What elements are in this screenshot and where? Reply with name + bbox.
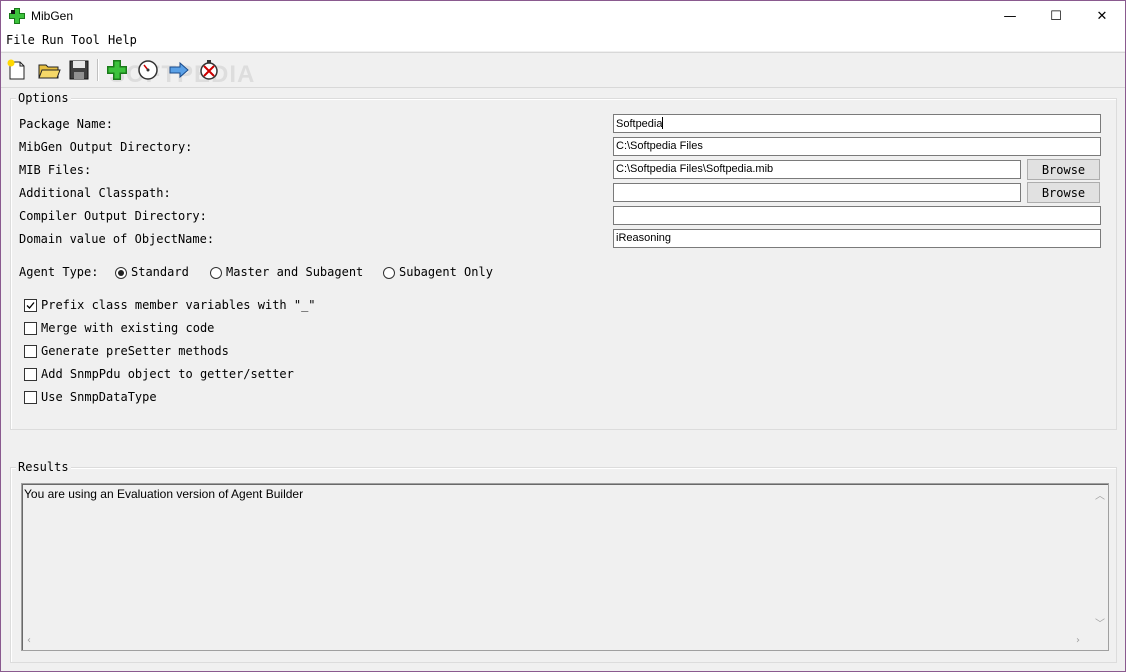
agent-type-label: Agent Type:: [19, 265, 99, 279]
maximize-button[interactable]: ☐: [1033, 1, 1079, 31]
results-horizontal-scrollbar[interactable]: ‹ ›: [22, 633, 1090, 650]
classpath-browse-button[interactable]: Browse: [1027, 182, 1100, 203]
checkbox-prefix-vars[interactable]: [24, 299, 37, 312]
open-folder-icon[interactable]: [37, 58, 61, 82]
menu-tool[interactable]: Tool: [71, 33, 100, 47]
classpath-label: Additional Classpath:: [19, 186, 171, 200]
scroll-left-icon[interactable]: ‹: [27, 635, 31, 646]
results-textarea[interactable]: You are using an Evaluation version of A…: [21, 483, 1109, 651]
add-module-icon[interactable]: [105, 58, 129, 82]
checkbox-snmpdatatype-label[interactable]: Use SnmpDataType: [41, 390, 157, 404]
results-vertical-scrollbar[interactable]: ︿ ﹀: [1091, 484, 1108, 631]
scroll-right-icon[interactable]: ›: [1076, 635, 1080, 646]
menu-bar: File Run Tool Help: [1, 31, 1125, 51]
radio-subagent-only[interactable]: [383, 267, 395, 279]
close-icon: ✕: [1096, 8, 1108, 24]
options-group-title: Options: [16, 91, 71, 105]
title-bar: MibGen — ☐ ✕: [1, 1, 1125, 31]
compiler-dir-label: Compiler Output Directory:: [19, 209, 207, 223]
arrow-right-icon[interactable]: [167, 58, 191, 82]
classpath-input[interactable]: [613, 183, 1021, 202]
checkbox-presetter[interactable]: [24, 345, 37, 358]
mib-files-label: MIB Files:: [19, 163, 92, 177]
output-dir-label: MibGen Output Directory:: [19, 140, 193, 154]
minimize-button[interactable]: —: [987, 1, 1033, 31]
menu-run[interactable]: Run: [42, 33, 64, 47]
checkbox-snmppdu[interactable]: [24, 368, 37, 381]
toolbar: SOFTPEDIA: [1, 52, 1125, 88]
stop-clock-icon[interactable]: [197, 58, 221, 82]
results-text: You are using an Evaluation version of A…: [24, 487, 304, 501]
domain-value-label: Domain value of ObjectName:: [19, 232, 215, 246]
new-file-icon[interactable]: [5, 58, 29, 82]
window-title: MibGen: [31, 9, 74, 23]
scroll-up-icon[interactable]: ︿: [1095, 487, 1105, 502]
checkbox-prefix-vars-label[interactable]: Prefix class member variables with "_": [41, 298, 316, 312]
radio-selected-dot: [118, 270, 124, 276]
mib-files-input[interactable]: C:\Softpedia Files\Softpedia.mib: [613, 160, 1021, 179]
minimize-icon: —: [1003, 8, 1017, 24]
menu-file[interactable]: File: [6, 33, 35, 47]
checkbox-snmppdu-label[interactable]: Add SnmpPdu object to getter/setter: [41, 367, 294, 381]
radio-subagent-only-label[interactable]: Subagent Only: [399, 265, 493, 279]
app-icon: [9, 8, 25, 24]
gauge-icon[interactable]: [136, 58, 160, 82]
package-name-label: Package Name:: [19, 117, 113, 131]
mib-files-browse-button[interactable]: Browse: [1027, 159, 1100, 180]
radio-standard-label[interactable]: Standard: [131, 265, 189, 279]
toolbar-separator: [97, 59, 99, 81]
radio-master-subagent-label[interactable]: Master and Subagent: [226, 265, 363, 279]
radio-standard[interactable]: [115, 267, 127, 279]
package-name-input[interactable]: Softpedia: [613, 114, 1101, 133]
menu-help[interactable]: Help: [108, 33, 137, 47]
maximize-icon: ☐: [1050, 8, 1062, 24]
compiler-dir-input[interactable]: [613, 206, 1101, 225]
save-icon[interactable]: [67, 58, 91, 82]
scroll-down-icon[interactable]: ﹀: [1095, 615, 1105, 630]
checkbox-presetter-label[interactable]: Generate preSetter methods: [41, 344, 229, 358]
output-dir-input[interactable]: C:\Softpedia Files: [613, 137, 1101, 156]
close-button[interactable]: ✕: [1079, 1, 1125, 31]
mibgen-window: MibGen — ☐ ✕ File Run Tool Help SOFTPEDI…: [0, 0, 1126, 672]
checkmark-icon: [26, 302, 35, 309]
checkbox-merge-code[interactable]: [24, 322, 37, 335]
domain-value-input[interactable]: iReasoning: [613, 229, 1101, 248]
checkbox-snmpdatatype[interactable]: [24, 391, 37, 404]
radio-master-subagent[interactable]: [210, 267, 222, 279]
checkbox-merge-code-label[interactable]: Merge with existing code: [41, 321, 214, 335]
text-caret: [662, 117, 664, 129]
results-group-title: Results: [16, 460, 71, 474]
